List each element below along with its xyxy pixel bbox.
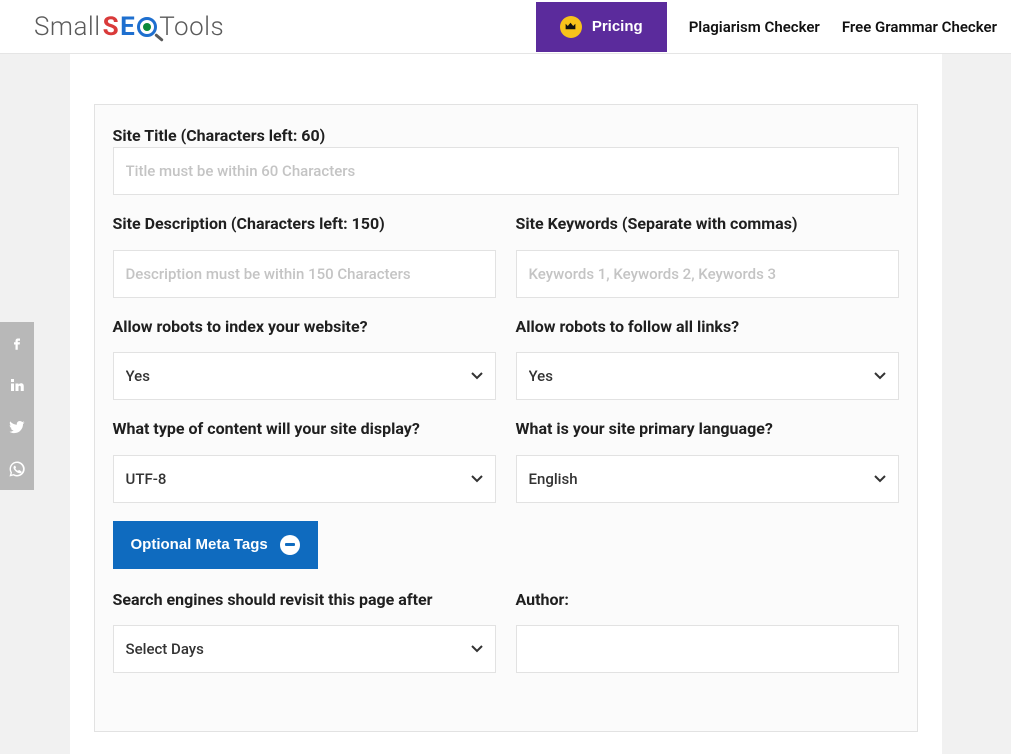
whatsapp-icon bbox=[8, 460, 26, 478]
optional-meta-tags-toggle[interactable]: Optional Meta Tags bbox=[113, 521, 318, 569]
robots-index-select[interactable]: Yes bbox=[113, 352, 496, 400]
logo-text-prefix: Small bbox=[34, 12, 101, 42]
author-input[interactable] bbox=[516, 625, 899, 673]
revisit-label: Search engines should revisit this page … bbox=[113, 589, 496, 611]
meta-tag-form: Site Title (Characters left: 60) Site De… bbox=[94, 104, 918, 732]
nav-grammar-checker[interactable]: Free Grammar Checker bbox=[842, 18, 997, 36]
magnifier-icon bbox=[137, 17, 157, 37]
pricing-button[interactable]: Pricing bbox=[536, 2, 667, 52]
site-title-input[interactable] bbox=[113, 147, 899, 195]
site-desc-input[interactable] bbox=[113, 250, 496, 298]
share-facebook-button[interactable] bbox=[0, 322, 34, 364]
minus-circle-icon bbox=[280, 535, 300, 555]
site-title-label: Site Title (Characters left: 60) bbox=[113, 126, 326, 145]
crown-icon bbox=[560, 16, 582, 38]
pricing-label: Pricing bbox=[592, 18, 643, 35]
language-select[interactable]: English bbox=[516, 455, 899, 503]
social-share-rail bbox=[0, 322, 34, 490]
optional-meta-label: Optional Meta Tags bbox=[131, 536, 268, 553]
share-linkedin-button[interactable] bbox=[0, 364, 34, 406]
nav-right: Pricing Plagiarism Checker Free Grammar … bbox=[536, 2, 997, 52]
logo-seo-mark: S E bbox=[103, 12, 158, 42]
site-keywords-input[interactable] bbox=[516, 250, 899, 298]
nav-plagiarism-checker[interactable]: Plagiarism Checker bbox=[689, 18, 820, 36]
share-whatsapp-button[interactable] bbox=[0, 448, 34, 490]
content-type-select[interactable]: UTF-8 bbox=[113, 455, 496, 503]
site-desc-label: Site Description (Characters left: 150) bbox=[113, 213, 496, 235]
logo-text-suffix: Tools bbox=[159, 12, 224, 42]
facebook-icon bbox=[8, 334, 26, 352]
page-container: Site Title (Characters left: 60) Site De… bbox=[70, 54, 942, 754]
twitter-icon bbox=[8, 418, 26, 436]
linkedin-icon bbox=[8, 376, 26, 394]
robots-index-label: Allow robots to index your website? bbox=[113, 316, 496, 338]
author-label: Author: bbox=[516, 589, 899, 611]
site-keywords-label: Site Keywords (Separate with commas) bbox=[516, 213, 899, 235]
language-label: What is your site primary language? bbox=[516, 418, 899, 440]
logo-s-letter: S bbox=[103, 12, 120, 42]
site-logo[interactable]: Small S E Tools bbox=[34, 12, 224, 42]
top-bar: Small S E Tools Pricing Plagiarism Check… bbox=[0, 0, 1011, 54]
robots-follow-label: Allow robots to follow all links? bbox=[516, 316, 899, 338]
content-type-label: What type of content will your site disp… bbox=[113, 418, 496, 440]
logo-e-letter: E bbox=[120, 12, 135, 42]
revisit-select[interactable]: Select Days bbox=[113, 625, 496, 673]
robots-follow-select[interactable]: Yes bbox=[516, 352, 899, 400]
share-twitter-button[interactable] bbox=[0, 406, 34, 448]
